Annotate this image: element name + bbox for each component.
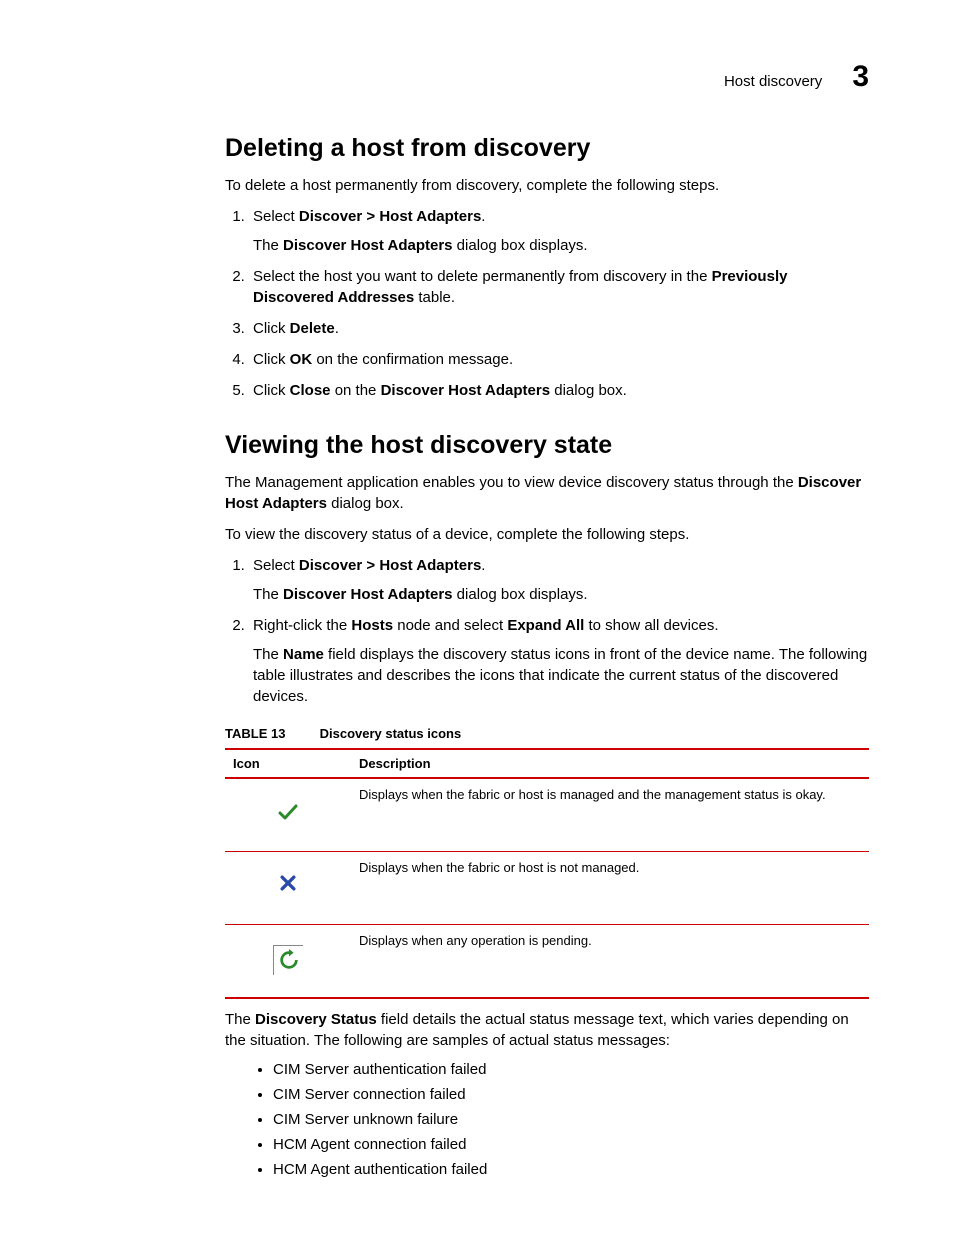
check-icon [273, 800, 303, 830]
t: dialog box. [550, 382, 627, 399]
t: Select the host you want to delete perma… [253, 268, 712, 285]
t: table. [414, 289, 455, 306]
t: The [253, 586, 283, 603]
step-1-sub: The Discover Host Adapters dialog box di… [253, 235, 869, 256]
t: dialog box. [327, 495, 404, 512]
table-row: Displays when the fabric or host is not … [225, 852, 869, 925]
icon-cell [225, 925, 351, 999]
table-header-row: Icon Description [225, 749, 869, 778]
button-name: Delete [290, 320, 335, 337]
dialog-name: Discover Host Adapters [283, 586, 453, 603]
period: . [335, 320, 339, 337]
col-description: Description [351, 749, 869, 778]
steps-viewing: Select Discover > Host Adapters. The Dis… [225, 555, 869, 707]
t: The [253, 237, 283, 254]
list-item: CIM Server unknown failure [273, 1111, 869, 1128]
list-item: CIM Server authentication failed [273, 1061, 869, 1078]
period: . [481, 557, 485, 574]
field-name: Discovery Status [255, 1011, 377, 1028]
step-text: Select [253, 208, 299, 225]
table-number: TABLE 13 [225, 726, 285, 741]
t: on the [331, 382, 381, 399]
x-icon [273, 873, 303, 903]
lead-viewing: To view the discovery status of a device… [225, 524, 869, 545]
desc-cell: Displays when any operation is pending. [351, 925, 869, 999]
t: Click [253, 351, 290, 368]
button-name: Close [290, 382, 331, 399]
list-item: HCM Agent connection failed [273, 1136, 869, 1153]
intro-viewing: The Management application enables you t… [225, 472, 869, 514]
step-3: Click Delete. [249, 318, 869, 339]
t: dialog box displays. [453, 237, 588, 254]
refresh-icon [273, 945, 303, 975]
field-name: Name [283, 646, 324, 663]
t: to show all devices. [584, 617, 718, 634]
menu-path: Discover > Host Adapters [299, 208, 481, 225]
list-item: CIM Server connection failed [273, 1086, 869, 1103]
status-icons-table: Icon Description Displays when the fabri… [225, 748, 869, 999]
table-row: Displays when the fabric or host is mana… [225, 778, 869, 852]
command-name: Expand All [507, 617, 584, 634]
step-2: Select the host you want to delete perma… [249, 266, 869, 308]
step-b1: Select Discover > Host Adapters. The Dis… [249, 555, 869, 605]
steps-deleting: Select Discover > Host Adapters. The Dis… [225, 206, 869, 401]
dialog-name: Discover Host Adapters [283, 237, 453, 254]
status-messages-list: CIM Server authentication failed CIM Ser… [225, 1061, 869, 1178]
step-1: Select Discover > Host Adapters. The Dis… [249, 206, 869, 256]
t: on the confirmation message. [312, 351, 513, 368]
heading-deleting-host: Deleting a host from discovery [225, 134, 869, 163]
step-b2: Right-click the Hosts node and select Ex… [249, 615, 869, 707]
step-4: Click OK on the confirmation message. [249, 349, 869, 370]
dialog-name: Discover Host Adapters [381, 382, 551, 399]
table-caption: TABLE 13 Discovery status icons [225, 725, 869, 742]
period: . [481, 208, 485, 225]
menu-path: Discover > Host Adapters [299, 557, 481, 574]
step-5: Click Close on the Discover Host Adapter… [249, 380, 869, 401]
table-title-text: Discovery status icons [320, 726, 462, 741]
step-b1-sub: The Discover Host Adapters dialog box di… [253, 584, 869, 605]
t: Select [253, 557, 299, 574]
icon-cell [225, 852, 351, 925]
desc-cell: Displays when the fabric or host is not … [351, 852, 869, 925]
t: Click [253, 382, 290, 399]
header-section-label: Host discovery [724, 73, 822, 90]
node-name: Hosts [351, 617, 393, 634]
t: The [225, 1011, 255, 1028]
desc-cell: Displays when the fabric or host is mana… [351, 778, 869, 852]
step-b2-sub: The Name field displays the discovery st… [253, 644, 869, 707]
t: node and select [393, 617, 507, 634]
button-name: OK [290, 351, 313, 368]
page-header: Host discovery 3 [225, 60, 869, 94]
table-row: Displays when any operation is pending. [225, 925, 869, 999]
icon-cell [225, 778, 351, 852]
t: dialog box displays. [453, 586, 588, 603]
heading-viewing-state: Viewing the host discovery state [225, 431, 869, 460]
t: The [253, 646, 283, 663]
col-icon: Icon [225, 749, 351, 778]
t: Right-click the [253, 617, 351, 634]
page: Host discovery 3 Deleting a host from di… [0, 0, 954, 1248]
chapter-number: 3 [852, 60, 869, 94]
t: Click [253, 320, 290, 337]
after-table-para: The Discovery Status field details the a… [225, 1009, 869, 1051]
t: The Management application enables you t… [225, 474, 798, 491]
t: field displays the discovery status icon… [253, 646, 867, 705]
list-item: HCM Agent authentication failed [273, 1161, 869, 1178]
intro-deleting: To delete a host permanently from discov… [225, 175, 869, 196]
